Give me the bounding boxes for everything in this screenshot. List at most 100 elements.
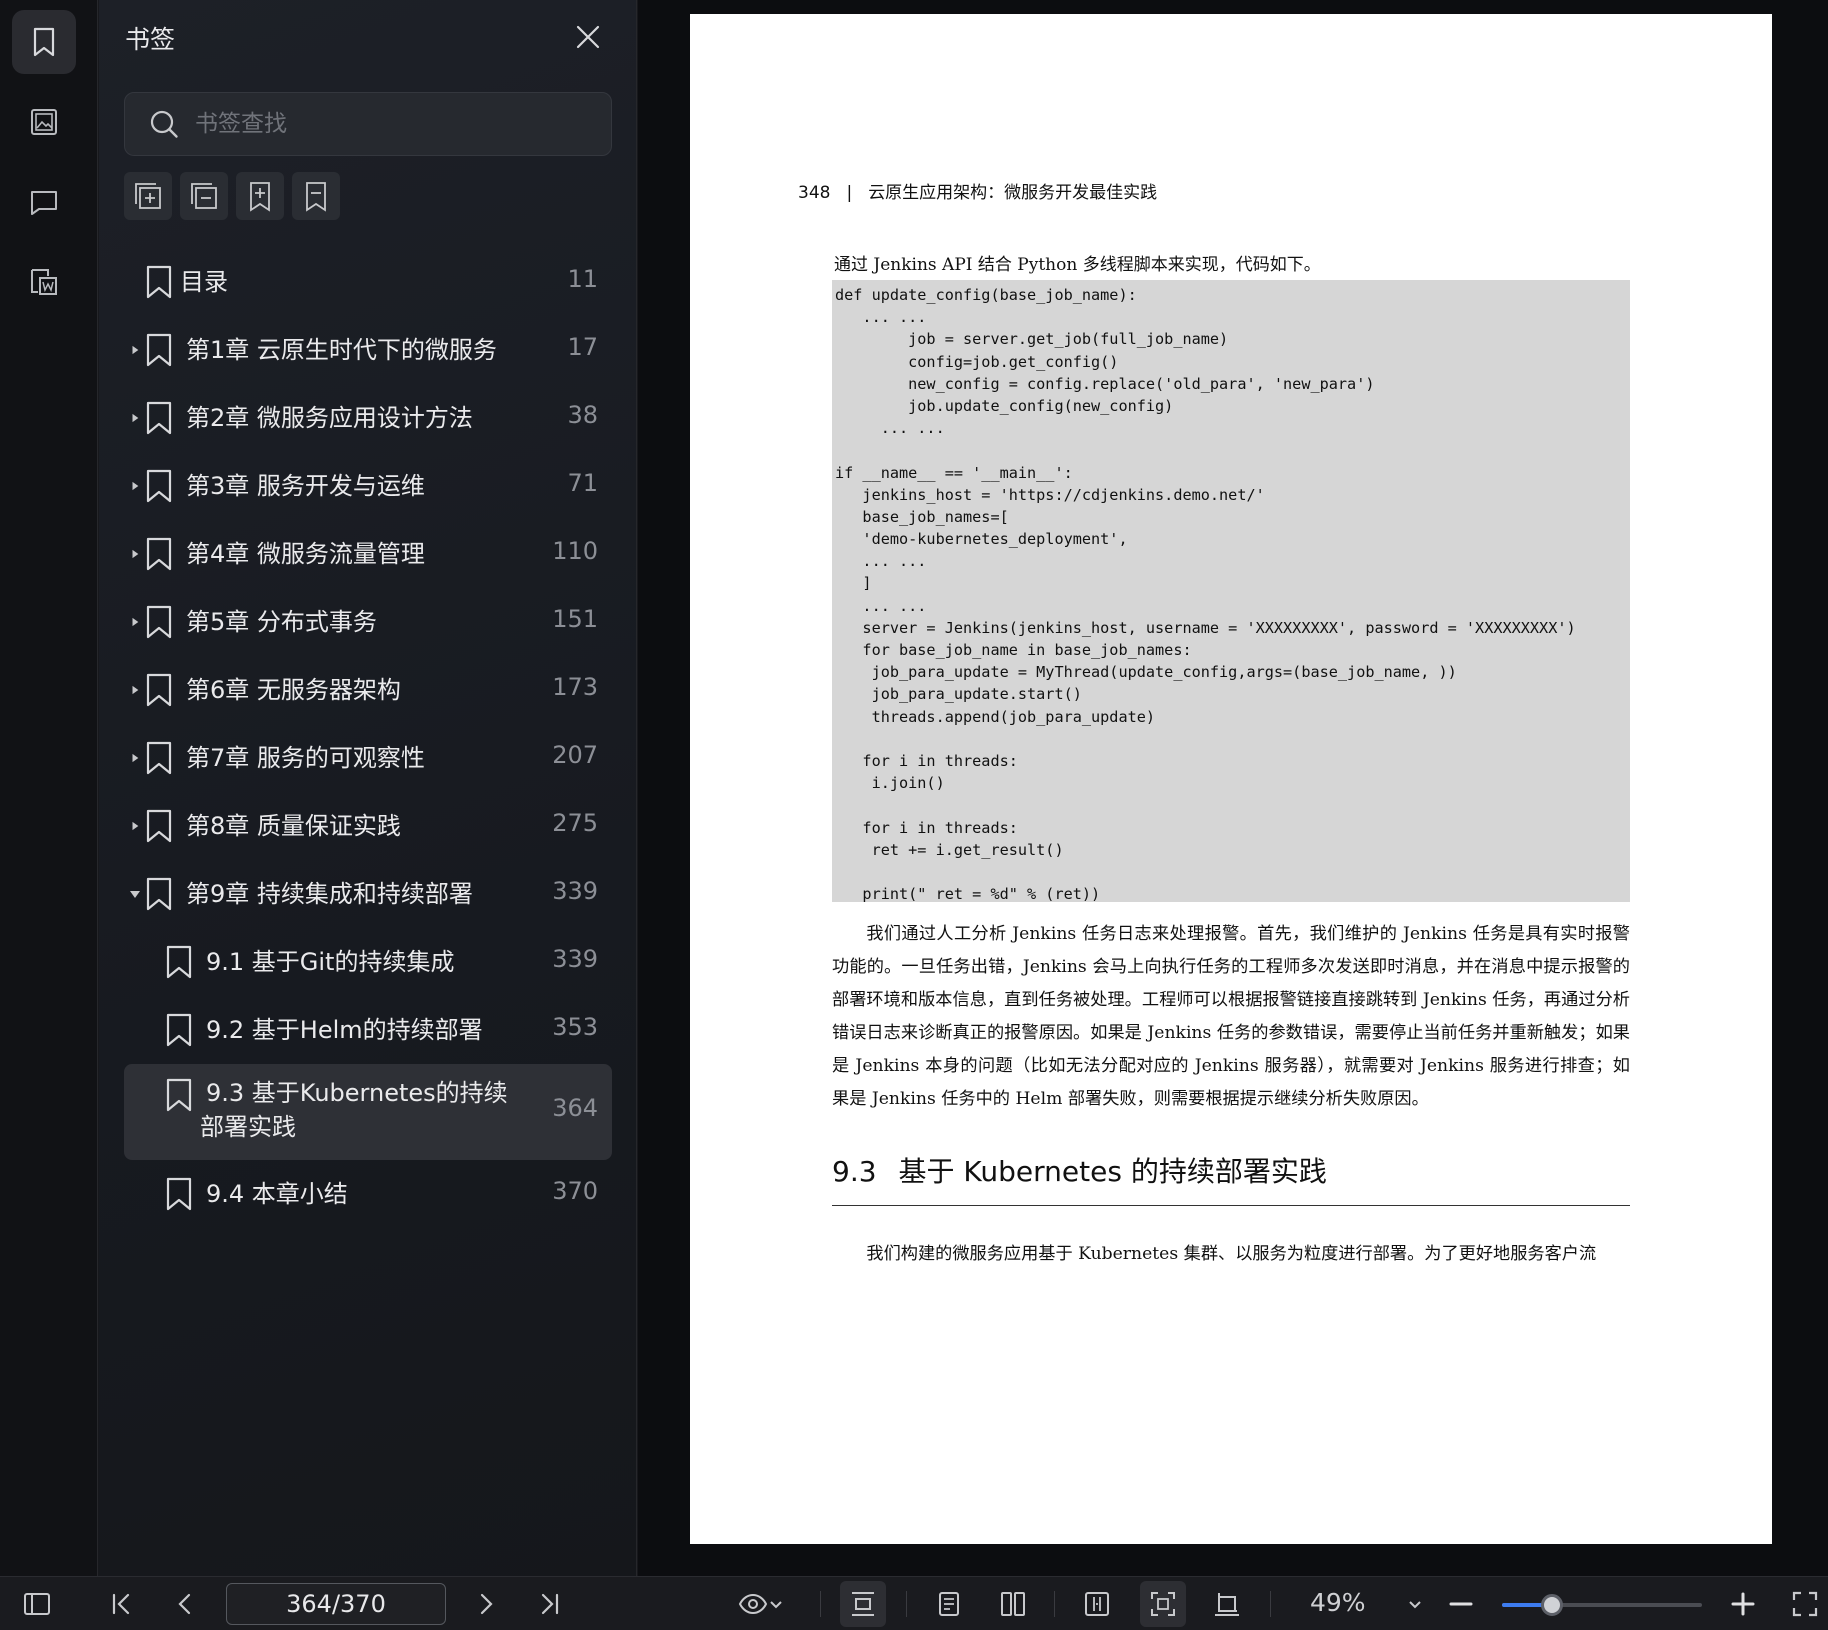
rotate-page-button[interactable] xyxy=(1204,1581,1250,1627)
bookmark-item[interactable]: 9.2 基于Helm的持续部署 353 xyxy=(124,996,612,1064)
two-page-button[interactable] xyxy=(990,1581,1036,1627)
comment-tab-button[interactable] xyxy=(12,170,76,234)
fullscreen-icon xyxy=(1792,1591,1818,1617)
bookmark-page-number: 339 xyxy=(552,877,598,905)
bookmark-label: 第2章 微服务应用设计方法 xyxy=(186,404,473,432)
code-line: jenkins_host = 'https://cdjenkins.demo.n… xyxy=(835,485,1265,504)
bookmark-label: 第4章 微服务流量管理 xyxy=(186,540,425,568)
expand-all-button[interactable] xyxy=(124,172,172,220)
bookmark-item[interactable]: 第4章 微服务流量管理 110 xyxy=(124,520,612,588)
bookmark-item[interactable]: 目录 11 xyxy=(124,248,612,316)
bookmark-item[interactable]: 第2章 微服务应用设计方法 38 xyxy=(124,384,612,452)
caret-right-icon[interactable] xyxy=(128,683,142,697)
bookmark-icon xyxy=(33,27,55,57)
bookmark-item[interactable]: 9.1 基于Git的持续集成 339 xyxy=(124,928,612,996)
single-page-button[interactable] xyxy=(926,1581,972,1627)
search-icon xyxy=(150,110,178,138)
focus-frame-icon xyxy=(1151,1592,1175,1616)
bookmark-item[interactable]: 第9章 持续集成和持续部署 339 xyxy=(124,860,612,928)
bookmark-icon xyxy=(166,1078,192,1112)
image-icon xyxy=(31,109,57,135)
caret-right-icon[interactable] xyxy=(128,819,142,833)
zoom-slider-handle[interactable] xyxy=(1541,1594,1563,1616)
toolbar-divider xyxy=(1054,1591,1055,1617)
fit-page-icon xyxy=(1085,1592,1109,1616)
code-line: threads.append(job_para_update) xyxy=(835,707,1156,726)
bookmark-item[interactable]: 第3章 服务开发与运维 71 xyxy=(124,452,612,520)
bookmark-icon xyxy=(146,469,172,503)
two-page-icon xyxy=(1001,1592,1025,1616)
add-bookmark-icon xyxy=(250,182,270,212)
code-line: ... ... xyxy=(835,596,927,615)
bookmark-label: 第8章 质量保证实践 xyxy=(186,812,401,840)
bookmark-item[interactable]: 第5章 分布式事务 151 xyxy=(124,588,612,656)
collapse-all-icon xyxy=(191,183,217,209)
actual-size-button[interactable] xyxy=(1140,1581,1186,1627)
bookmark-item[interactable]: 9.3 基于Kubernetes的持续 部署实践 364 xyxy=(124,1064,612,1160)
icon-rail xyxy=(0,0,98,1576)
bookmark-item[interactable]: 第6章 无服务器架构 173 xyxy=(124,656,612,724)
caret-right-icon[interactable] xyxy=(128,547,142,561)
caret-right-icon[interactable] xyxy=(128,479,142,493)
code-line: print(" ret = %d" % (ret)) xyxy=(835,885,1101,902)
code-line: job = server.get_job(full_job_name) xyxy=(835,330,1229,349)
fit-width-button[interactable] xyxy=(840,1581,886,1627)
bookmark-page-number: 71 xyxy=(567,469,598,497)
bookmark-item[interactable]: 第7章 服务的可观察性 207 xyxy=(124,724,612,792)
expand-all-icon xyxy=(135,183,161,209)
chevron-right-icon xyxy=(480,1593,493,1615)
caret-right-icon[interactable] xyxy=(128,751,142,765)
bookmark-item[interactable]: 第1章 云原生时代下的微服务 17 xyxy=(124,316,612,384)
extract-tab-button[interactable] xyxy=(12,250,76,314)
next-page-button[interactable] xyxy=(463,1581,509,1627)
bookmark-item[interactable]: 第8章 质量保证实践 275 xyxy=(124,792,612,860)
bookmark-search-input[interactable] xyxy=(195,111,611,137)
code-line: def update_config(base_job_name): xyxy=(835,286,1137,304)
fit-width-icon xyxy=(852,1592,874,1616)
fit-page-button[interactable] xyxy=(1074,1581,1120,1627)
single-page-icon xyxy=(939,1592,959,1616)
comment-icon xyxy=(31,191,57,215)
zoom-in-button[interactable] xyxy=(1720,1581,1766,1627)
bookmark-tab-button[interactable] xyxy=(12,10,76,74)
code-line: ... ... xyxy=(835,552,927,571)
add-bookmark-button[interactable] xyxy=(236,172,284,220)
caret-down-icon[interactable] xyxy=(128,887,142,901)
zoom-out-button[interactable] xyxy=(1438,1581,1484,1627)
page-number-input[interactable]: 364/370 xyxy=(226,1583,446,1625)
caret-right-icon[interactable] xyxy=(128,343,142,357)
zoom-level[interactable]: 49% xyxy=(1310,1588,1366,1617)
code-line: ... ... xyxy=(835,308,927,327)
caret-right-icon[interactable] xyxy=(128,615,142,629)
bookmark-search xyxy=(124,92,612,156)
last-page-button[interactable] xyxy=(527,1581,573,1627)
close-panel-button[interactable] xyxy=(571,20,605,54)
previous-page-button[interactable] xyxy=(162,1581,208,1627)
zoom-dropdown[interactable] xyxy=(1392,1581,1438,1627)
fullscreen-button[interactable] xyxy=(1782,1581,1828,1627)
code-line: for base_job_name in base_job_names: xyxy=(835,641,1192,659)
bookmark-icon xyxy=(146,673,172,707)
caret-right-icon[interactable] xyxy=(128,411,142,425)
zoom-slider[interactable] xyxy=(1502,1594,1702,1616)
bookmark-page-number: 11 xyxy=(567,265,598,293)
bookmark-page-number: 207 xyxy=(552,741,598,769)
view-mode-dropdown[interactable] xyxy=(728,1581,794,1627)
bookmark-page-number: 38 xyxy=(567,401,598,429)
close-icon xyxy=(576,25,600,49)
first-page-button[interactable] xyxy=(98,1581,144,1627)
toggle-sidebar-button[interactable] xyxy=(14,1581,60,1627)
collapse-all-button[interactable] xyxy=(180,172,228,220)
word-export-icon xyxy=(31,269,57,295)
document-viewport[interactable]: 348 | 云原生应用架构：微服务开发最佳实践 通过 Jenkins API 结合 … xyxy=(638,0,1828,1576)
bookmark-tools xyxy=(124,172,340,220)
thumbnail-tab-button[interactable] xyxy=(12,90,76,154)
bookmark-label: 9.2 基于Helm的持续部署 xyxy=(206,1016,483,1044)
bookmark-icon xyxy=(146,333,172,367)
chevron-left-icon xyxy=(178,1593,191,1615)
remove-bookmark-button[interactable] xyxy=(292,172,340,220)
code-block: def update_config(base_job_name): ... ..… xyxy=(832,280,1630,902)
bookmark-icon xyxy=(146,809,172,843)
sidebar-icon xyxy=(24,1593,50,1615)
bookmark-item[interactable]: 9.4 本章小结 370 xyxy=(124,1160,612,1228)
